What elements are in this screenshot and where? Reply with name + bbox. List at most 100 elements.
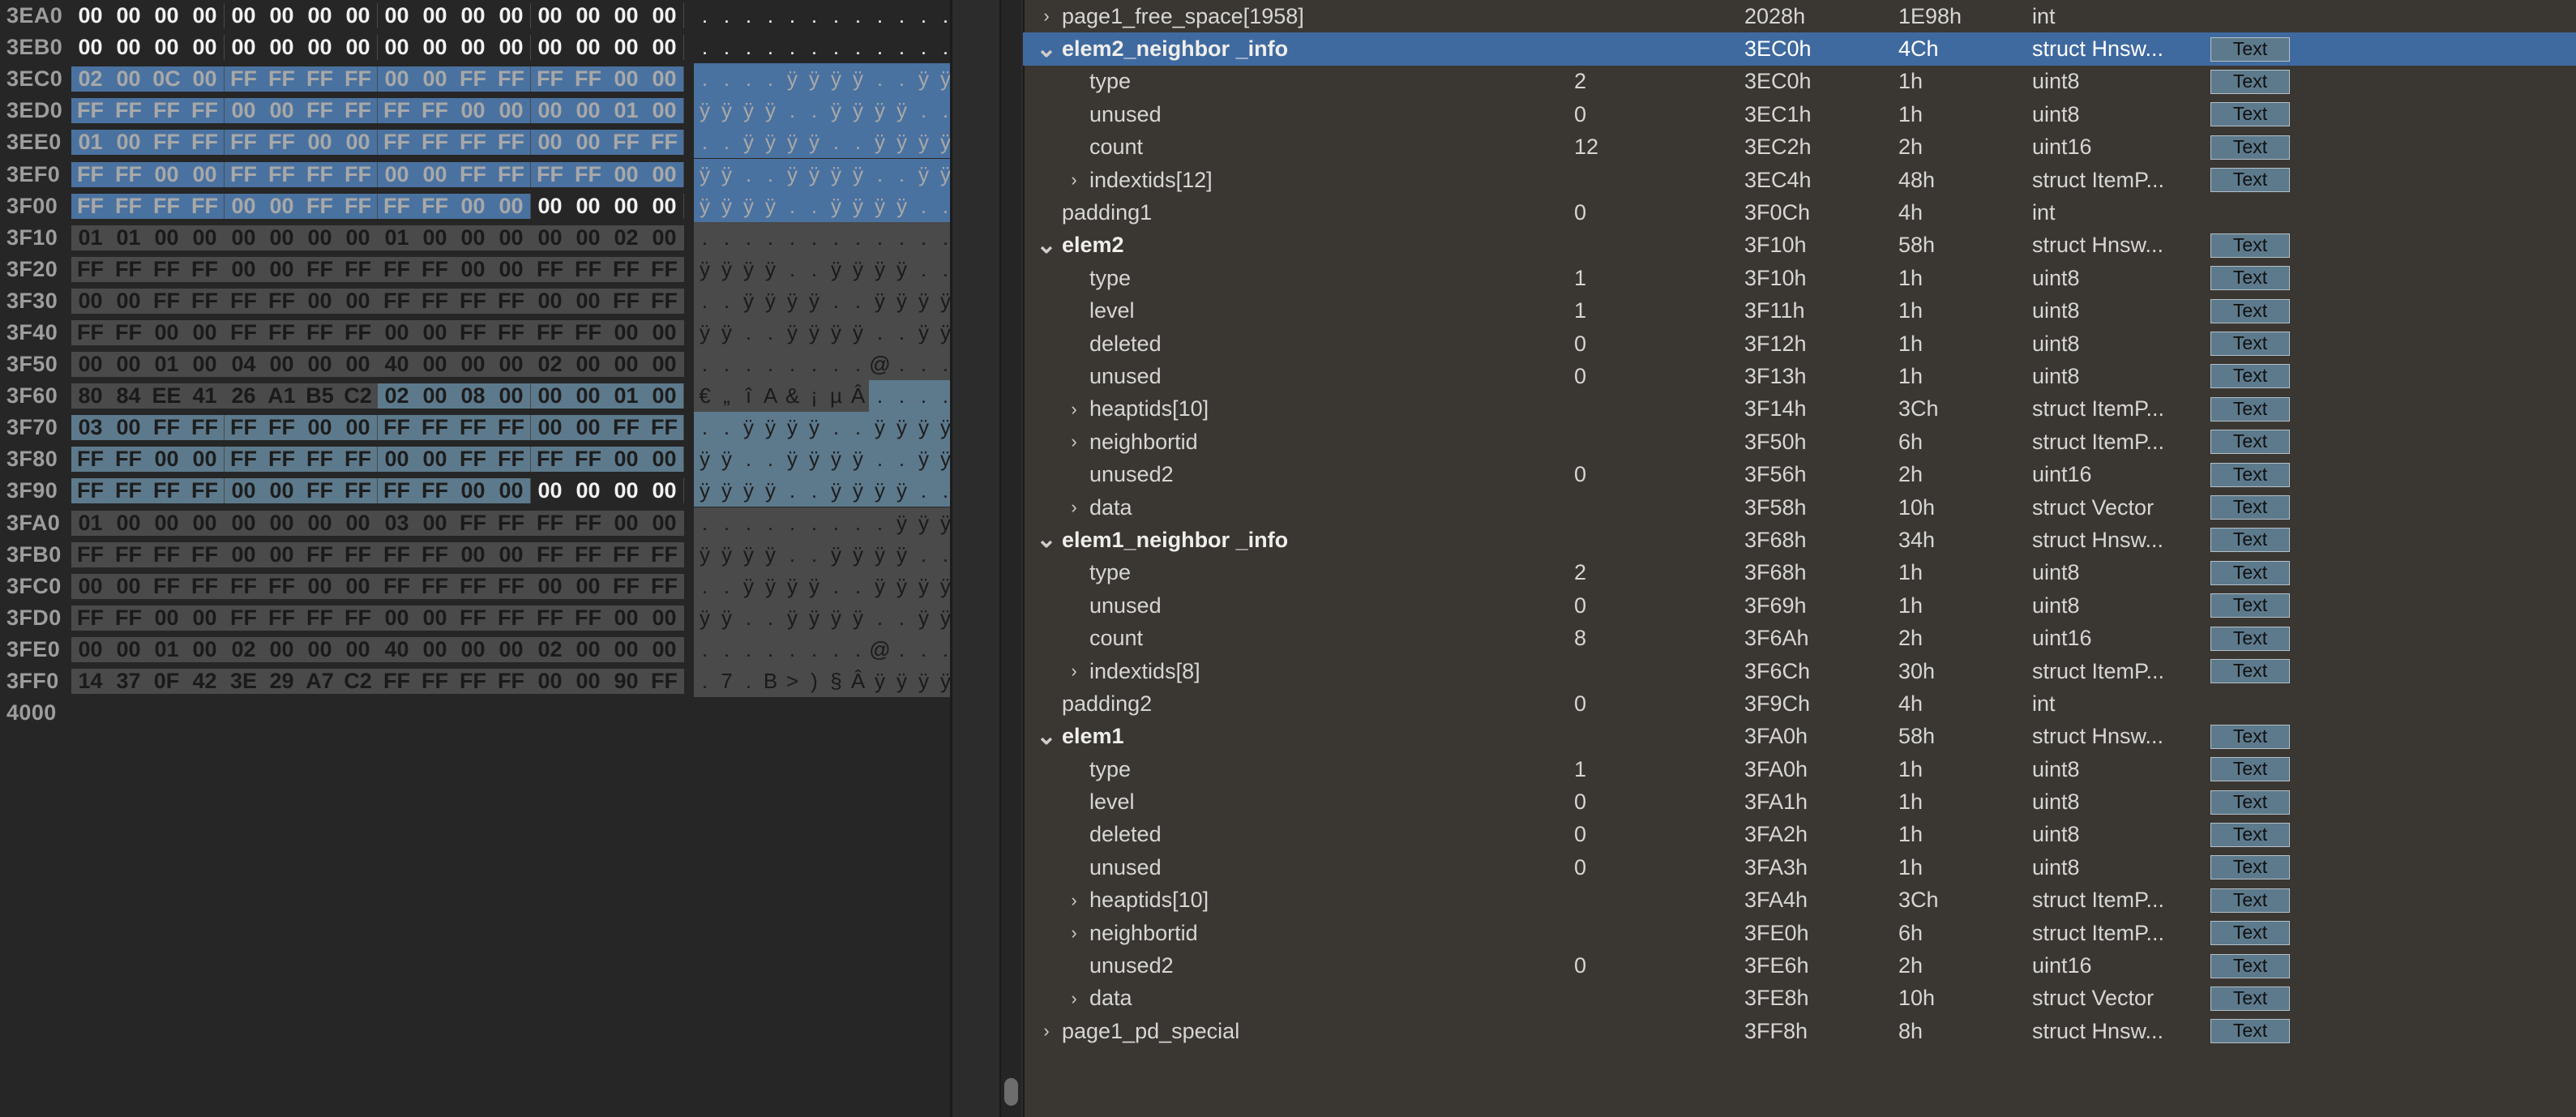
hex-byte-cell[interactable]: 00 — [416, 383, 454, 409]
hex-row[interactable]: 3F40 FF FF 00 00 FF FF FF FF 00 00 FF FF FF FF 00 00 ÿ ÿ..… — [0, 316, 1044, 349]
text-visualizer-button[interactable]: Text — [2210, 626, 2290, 651]
hex-ascii-char[interactable]: ÿ — [913, 412, 935, 444]
hex-byte-cell[interactable]: 00 — [301, 636, 339, 662]
hex-ascii-char[interactable]: § — [825, 665, 847, 698]
hex-ascii-char[interactable]: . — [847, 412, 869, 444]
hex-byte-cell[interactable]: 00 — [301, 225, 339, 250]
hex-ascii-char[interactable]: ÿ — [694, 95, 716, 127]
hex-ascii-char[interactable]: ÿ — [694, 443, 716, 476]
hex-byte-cell[interactable]: 00 — [607, 352, 645, 378]
hex-byte-cell[interactable]: FF — [71, 193, 109, 219]
hex-byte-cell[interactable]: FF — [645, 415, 683, 441]
hex-ascii-char[interactable]: . — [716, 633, 738, 665]
hex-byte-cell[interactable]: 40 — [378, 352, 416, 378]
hex-byte-cell[interactable]: 00 — [109, 66, 148, 92]
hex-ascii-char[interactable]: ÿ — [913, 601, 935, 634]
hex-ascii-char[interactable]: B — [760, 665, 781, 698]
hex-byte-cell[interactable]: 00 — [645, 35, 683, 61]
hex-ascii-char[interactable]: ÿ — [913, 316, 935, 349]
text-visualizer-button[interactable]: Text — [2210, 332, 2290, 357]
hex-byte-cell[interactable]: 00 — [569, 225, 607, 250]
hex-byte-cell[interactable]: FF — [492, 66, 530, 92]
hex-ascii-char[interactable]: & — [781, 380, 803, 413]
hex-byte-cell[interactable]: FF — [339, 478, 377, 504]
text-visualizer-button[interactable]: Text — [2210, 168, 2290, 193]
hex-byte-cell[interactable]: 00 — [454, 225, 492, 250]
hex-byte-cell[interactable]: 00 — [492, 225, 530, 250]
hex-ascii-char[interactable]: . — [825, 633, 847, 665]
hex-byte-cell[interactable]: 00 — [71, 573, 109, 599]
hex-byte-cell[interactable]: 00 — [569, 669, 607, 695]
hex-ascii-char[interactable]: € — [694, 380, 716, 413]
pattern-tree-row[interactable]: count 12 3EC2h 2h uint16 Text — [1023, 131, 2576, 164]
hex-byte-cell[interactable]: 00 — [339, 415, 377, 441]
pattern-tree-row[interactable]: ⌄ elem2_neighbor _info 3EC0h 4Ch struct Hnsw… — [1023, 32, 2576, 66]
hex-ascii-char[interactable]: . — [694, 507, 716, 539]
hex-ascii-char[interactable]: ÿ — [781, 601, 803, 634]
hex-ascii-char[interactable]: . — [913, 0, 935, 32]
hex-ascii-char[interactable]: . — [891, 601, 913, 634]
hex-ascii-char[interactable]: . — [869, 0, 891, 32]
hex-byte-cell[interactable]: FF — [339, 66, 377, 92]
hex-ascii-char[interactable]: . — [803, 475, 825, 507]
hex-byte-cell[interactable]: FF — [607, 541, 645, 567]
hex-ascii-char[interactable]: . — [760, 158, 781, 190]
hex-ascii-char[interactable]: . — [781, 633, 803, 665]
hex-byte-cell[interactable]: FF — [378, 478, 416, 504]
hex-byte-cell[interactable]: FF — [416, 478, 454, 504]
hex-ascii-char[interactable]: . — [781, 32, 803, 64]
hex-byte-cell[interactable]: FF — [569, 66, 607, 92]
hex-ascii-char[interactable]: . — [694, 126, 716, 159]
hex-byte-cell[interactable]: FF — [569, 541, 607, 567]
hex-byte-cell[interactable]: 00 — [339, 510, 377, 536]
hex-byte-cell[interactable]: 00 — [569, 35, 607, 61]
hex-ascii-char[interactable]: . — [738, 665, 760, 698]
hex-byte-cell[interactable]: 00 — [416, 636, 454, 662]
hex-ascii-char[interactable]: . — [738, 633, 760, 665]
hex-byte-cell[interactable]: FF — [186, 256, 224, 282]
hex-ascii-char[interactable]: ÿ — [716, 475, 738, 507]
hex-byte-cell[interactable]: 0C — [148, 66, 186, 92]
hex-byte-cell[interactable]: FF — [378, 288, 416, 314]
tree-name-cell[interactable]: type — [1023, 69, 1574, 94]
hex-byte-cell[interactable]: FF — [531, 510, 569, 536]
hex-ascii-char[interactable]: ÿ — [760, 475, 781, 507]
hex-ascii-char[interactable]: ÿ — [869, 570, 891, 602]
hex-byte-cell[interactable]: 00 — [301, 415, 339, 441]
hex-byte-cell[interactable]: 90 — [607, 669, 645, 695]
pattern-tree-row[interactable]: › data 3F58h 10h struct Vector Text — [1023, 491, 2576, 524]
hex-ascii-char[interactable]: ÿ — [913, 507, 935, 539]
hex-ascii-char[interactable]: . — [803, 349, 825, 381]
hex-byte-cell[interactable]: 00 — [607, 478, 645, 504]
tree-name-cell[interactable]: deleted — [1023, 332, 1574, 357]
hex-ascii-char[interactable]: ÿ — [913, 126, 935, 159]
chevron-right-icon[interactable]: › — [1063, 661, 1085, 682]
hex-byte-cell[interactable]: 00 — [378, 3, 416, 29]
text-visualizer-button[interactable]: Text — [2210, 757, 2290, 782]
hex-byte-cell[interactable]: 00 — [339, 3, 377, 29]
hex-byte-cell[interactable]: FF — [492, 605, 530, 631]
tree-name-cell[interactable]: count — [1023, 626, 1574, 651]
hex-ascii-char[interactable]: ÿ — [760, 95, 781, 127]
text-visualizer-button[interactable]: Text — [2210, 822, 2290, 847]
hex-ascii-char[interactable]: ÿ — [891, 126, 913, 159]
text-visualizer-button[interactable]: Text — [2210, 855, 2290, 880]
hex-byte-cell[interactable]: FF — [339, 605, 377, 631]
hex-byte-cell[interactable]: FF — [416, 130, 454, 156]
hex-byte-cell[interactable]: 00 — [645, 98, 683, 124]
hex-ascii-char[interactable]: ÿ — [716, 158, 738, 190]
hex-ascii-char[interactable]: . — [869, 158, 891, 190]
hex-byte-cell[interactable]: FF — [339, 447, 377, 473]
hex-ascii-char[interactable]: ÿ — [913, 443, 935, 476]
hex-ascii-char[interactable]: ÿ — [803, 285, 825, 317]
hex-byte-cell[interactable]: FF — [531, 66, 569, 92]
hex-byte-cell[interactable]: 01 — [378, 225, 416, 250]
hex-byte-cell[interactable]: 00 — [607, 605, 645, 631]
hex-byte-cell[interactable]: FF — [531, 256, 569, 282]
hex-ascii-char[interactable]: ÿ — [869, 475, 891, 507]
hex-ascii-char[interactable]: . — [738, 0, 760, 32]
hex-byte-cell[interactable]: 00 — [301, 573, 339, 599]
hex-byte-cell[interactable]: 00 — [492, 636, 530, 662]
hex-ascii-char[interactable]: . — [869, 380, 891, 413]
hex-byte-cell[interactable]: FF — [263, 605, 301, 631]
